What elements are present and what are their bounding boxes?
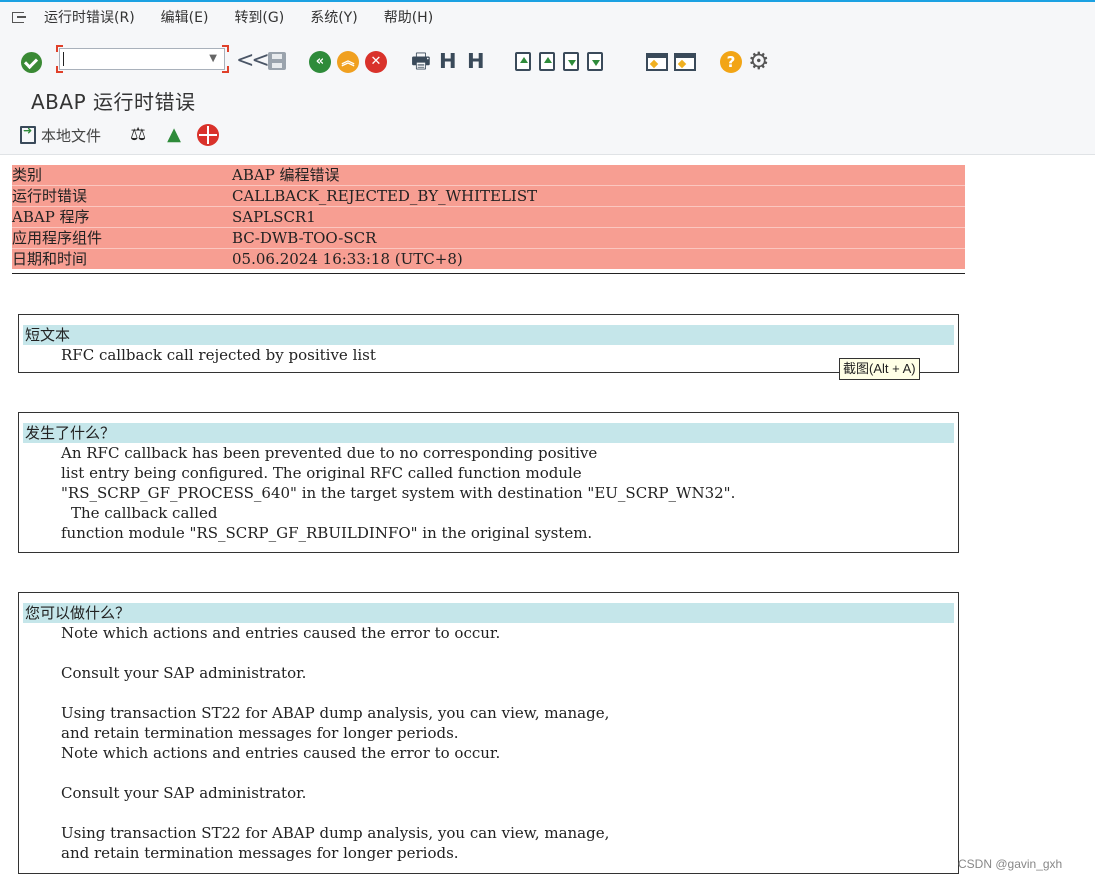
menu-bar: 运行时错误(R) 编辑(E) 转到(G) 系统(Y) 帮助(H): [0, 2, 1095, 32]
command-field[interactable]: [59, 48, 225, 70]
cancel-icon[interactable]: ✕: [365, 51, 387, 73]
application-toolbar: 本地文件 ⚖ ▲: [20, 120, 220, 150]
menu-logoff-icon[interactable]: [12, 10, 32, 24]
save-icon[interactable]: [268, 52, 286, 70]
find-icon[interactable]: ᕼ: [439, 49, 457, 73]
new-session-icon[interactable]: [646, 53, 668, 71]
header-row: ABAP 程序 SAPLSCR1: [12, 206, 965, 227]
section-line: list entry being configured. The origina…: [61, 464, 582, 482]
exit-icon[interactable]: ︽: [337, 51, 359, 73]
check-icon[interactable]: [21, 52, 42, 73]
header-divider: [12, 273, 965, 274]
header-key: 类别: [12, 166, 43, 184]
what-happened-section: 发生了什么？ An RFC callback has been prevente…: [18, 412, 959, 553]
next-page-icon[interactable]: [563, 52, 579, 71]
section-line: Consult your SAP administrator.: [61, 664, 307, 682]
section-body: An RFC callback has been prevented due t…: [23, 443, 954, 543]
section-line: and retain termination messages for long…: [61, 844, 459, 862]
section-line: RFC callback call rejected by positive l…: [61, 346, 376, 364]
standard-toolbar: ▼ << « ︽ ✕ 🖶 ᕼ ᕼ ? ⚙: [0, 40, 1095, 82]
section-body: Note which actions and entries caused th…: [23, 623, 954, 863]
settings-icon[interactable]: ⚙: [748, 48, 770, 74]
header-key: 应用程序组件: [12, 229, 103, 247]
header-value: 05.06.2024 16:33:18 (UTC+8): [232, 250, 463, 268]
what-to-do-section: 您可以做什么？ Note which actions and entries c…: [18, 592, 959, 874]
section-line: Using transaction ST22 for ABAP dump ana…: [61, 704, 610, 722]
menu-system[interactable]: 系统(Y): [310, 7, 357, 27]
section-line: Note which actions and entries caused th…: [61, 744, 501, 762]
find-next-icon[interactable]: ᕼ: [467, 49, 485, 73]
section-line: and retain termination messages for long…: [61, 724, 459, 742]
header-key: ABAP 程序: [12, 208, 90, 226]
section-title: 您可以做什么？: [23, 603, 954, 623]
header-row: 应用程序组件 BC-DWB-TOO-SCR: [12, 227, 965, 248]
header-key: 日期和时间: [12, 250, 88, 268]
short-text-section: 短文本 RFC callback call rejected by positi…: [18, 314, 959, 373]
header-table: 类别 ABAP 编程错误 运行时错误 CALLBACK_REJECTED_BY_…: [12, 165, 965, 269]
section-title: 发生了什么？: [23, 423, 954, 443]
header-value: CALLBACK_REJECTED_BY_WHITELIST: [232, 187, 538, 205]
section-line: The callback called: [71, 504, 218, 522]
menu-help[interactable]: 帮助(H): [384, 7, 433, 27]
chevron-down-icon[interactable]: ▼: [209, 53, 217, 64]
page-title: ABAP 运行时错误: [31, 90, 196, 114]
users-icon[interactable]: ⚖: [125, 125, 151, 145]
screenshot-tooltip: 截图(Alt + A): [839, 358, 920, 380]
section-line: Consult your SAP administrator.: [61, 784, 307, 802]
section-line: [23, 763, 954, 783]
first-page-icon[interactable]: [515, 52, 531, 71]
local-file-button[interactable]: 本地文件: [41, 125, 101, 146]
section-line: [23, 643, 954, 663]
header-row: 运行时错误 CALLBACK_REJECTED_BY_WHITELIST: [12, 185, 965, 206]
shortcut-icon[interactable]: [674, 53, 696, 71]
previous-page-icon[interactable]: [539, 52, 555, 71]
section-title: 短文本: [23, 325, 954, 345]
double-left-icon[interactable]: <<: [236, 50, 270, 72]
last-page-icon[interactable]: [587, 52, 603, 71]
header-key: 运行时错误: [12, 187, 88, 205]
help-icon[interactable]: ?: [720, 51, 742, 73]
section-line: An RFC callback has been prevented due t…: [61, 444, 598, 462]
menu-runtime-error[interactable]: 运行时错误(R): [44, 7, 135, 27]
watermark: CSDN @gavin_gxh: [958, 857, 1063, 871]
local-file-icon[interactable]: [20, 124, 36, 144]
print-icon[interactable]: 🖶: [411, 49, 431, 73]
command-field-wrapper: ▼: [56, 45, 229, 73]
menu-goto[interactable]: 转到(G): [234, 7, 284, 27]
text-cursor: [63, 52, 64, 66]
menu-edit[interactable]: 编辑(E): [161, 7, 209, 27]
section-line: function module "RS_SCRP_GF_RBUILDINFO" …: [61, 524, 593, 542]
section-line: [23, 683, 954, 703]
section-line: Using transaction ST22 for ABAP dump ana…: [61, 824, 610, 842]
debugger-icon[interactable]: [197, 124, 220, 146]
chart-icon[interactable]: ▲: [161, 125, 187, 145]
section-line: "RS_SCRP_GF_PROCESS_640" in the target s…: [61, 484, 736, 502]
header-value: BC-DWB-TOO-SCR: [232, 229, 377, 247]
header-value: ABAP 编程错误: [232, 166, 340, 184]
dump-content: 类别 ABAP 编程错误 运行时错误 CALLBACK_REJECTED_BY_…: [0, 154, 1095, 882]
header-value: SAPLSCR1: [232, 208, 316, 226]
section-line: [23, 803, 954, 823]
header-row: 日期和时间 05.06.2024 16:33:18 (UTC+8): [12, 248, 965, 269]
section-body: RFC callback call rejected by positive l…: [23, 345, 954, 365]
section-line: Note which actions and entries caused th…: [61, 624, 501, 642]
back-icon[interactable]: «: [309, 51, 331, 73]
header-row: 类别 ABAP 编程错误: [12, 165, 965, 185]
